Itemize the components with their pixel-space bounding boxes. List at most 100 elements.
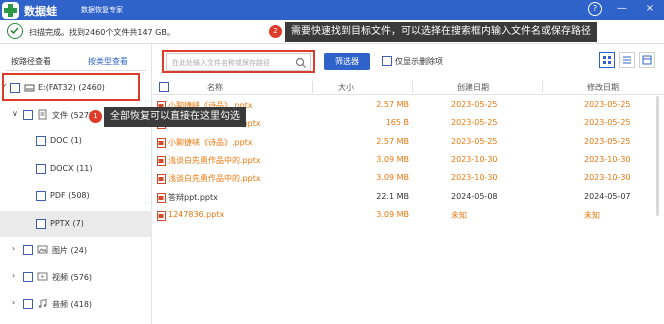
grid-view-icon[interactable]	[599, 52, 615, 68]
file-name: 小聊捷峡《诗品》.pptx	[168, 137, 253, 147]
tree-label: PPTX (7)	[50, 219, 84, 228]
select-all-checkbox[interactable]	[159, 82, 169, 92]
tab-view-by-type[interactable]: 按类型查看	[88, 56, 128, 67]
file-modified-date: 2023-10-30	[584, 173, 631, 183]
sidebar-tabs: 按路径查看 按类型查看	[0, 56, 152, 70]
table-row[interactable]: 小聊捷峡《诗品》.pptx 2.57 MB 2023-05-25 2023-05-25	[152, 133, 664, 152]
chevron-down-icon[interactable]: ∨	[12, 109, 18, 118]
file-created-date: 2023-10-30	[451, 154, 498, 164]
tree-item-pptx[interactable]: PPTX (7)	[0, 211, 152, 237]
file-size: 22.1 MB	[376, 191, 409, 201]
tab-view-by-path[interactable]: 按路径查看	[11, 56, 51, 67]
tree-item-doc[interactable]: DOC (1)	[0, 130, 152, 152]
tree-item-audio[interactable]: › 音频 (418)	[0, 293, 152, 315]
tree-label: DOC (1)	[50, 136, 82, 145]
column-divider	[542, 81, 543, 93]
filter-button[interactable]: 筛选器	[324, 53, 370, 70]
only-deleted-label: 仅显示删除项	[395, 57, 443, 66]
file-created-date: 2023-05-25	[451, 136, 498, 146]
pptx-file-icon	[157, 137, 166, 148]
documents-checkbox[interactable]	[23, 110, 33, 120]
pptx-file-icon	[157, 174, 166, 185]
callout-1-number: 1	[89, 110, 102, 123]
file-name: 浅谈白先勇作品中的.pptx	[168, 155, 261, 165]
file-modified-date: 2023-05-25	[584, 118, 631, 128]
file-modified-date: 2024-05-07	[584, 191, 631, 201]
main-panel: 在此处输入文件名称或保存路径 筛选器 仅显示删除项 名称 大小 创建日期 修改日…	[152, 44, 664, 324]
list-view-icon[interactable]	[619, 52, 635, 68]
pptx-file-icon	[157, 192, 166, 203]
table-row[interactable]: 浅谈白先勇作品中的.pptx 3.09 MB 2023-10-30 2023-10-3…	[152, 151, 664, 170]
close-button[interactable]: ×	[643, 2, 657, 16]
scrollbar[interactable]	[656, 96, 659, 216]
column-modified[interactable]: 修改日期	[587, 82, 619, 93]
pdf-checkbox[interactable]	[36, 191, 46, 201]
minimize-button[interactable]: —	[615, 2, 629, 16]
tree-item-pdf[interactable]: PDF (508)	[0, 185, 152, 207]
file-size: 2.57 MB	[376, 136, 409, 146]
file-size: 165 B	[385, 118, 409, 128]
column-divider	[312, 81, 313, 93]
file-created-date: 2024-05-08	[451, 191, 498, 201]
tree-label: DOCX (11)	[50, 164, 93, 173]
tree-label: 图片 (24)	[52, 246, 87, 255]
file-size: 3.09 MB	[376, 173, 409, 183]
pptx-file-icon	[157, 155, 166, 166]
title-bar: 数据蛙 数据恢复专家 ? — ×	[0, 0, 664, 20]
pptx-file-icon	[157, 210, 166, 221]
callout-1-text: 全部恢复可以直接在这里勾选	[104, 107, 246, 127]
file-name: 1247836.pptx	[168, 209, 225, 219]
file-created-date: 2023-05-25	[451, 100, 498, 109]
file-created-date: 2023-10-30	[451, 173, 498, 183]
docx-checkbox[interactable]	[36, 164, 46, 174]
tree-label: 视频 (576)	[52, 273, 93, 282]
column-created[interactable]: 创建日期	[457, 82, 489, 93]
tab-divider	[6, 70, 146, 71]
search-highlight-box	[162, 50, 315, 73]
table-row[interactable]: 答辩ppt.pptx 22.1 MB 2024-05-08 2024-05-07	[152, 188, 664, 207]
tree-label: 文件 (527)	[52, 111, 93, 120]
column-size[interactable]: 大小	[338, 82, 354, 93]
tree-item-docx[interactable]: DOCX (11)	[0, 158, 152, 180]
pptx-checkbox[interactable]	[36, 219, 46, 229]
app-name: 数据蛙	[24, 5, 57, 18]
music-icon	[37, 298, 48, 309]
pictures-checkbox[interactable]	[23, 245, 33, 255]
document-icon	[37, 109, 48, 120]
app-logo-icon	[2, 2, 19, 19]
doc-checkbox[interactable]	[36, 136, 46, 146]
tree-label: PDF (508)	[50, 191, 90, 200]
picture-icon	[37, 244, 48, 255]
table-row[interactable]: 1247836.pptx 3.09 MB 未知 未知	[152, 206, 664, 225]
file-modified-date: 2023-10-30	[584, 154, 631, 164]
drive-highlight-box	[2, 73, 140, 101]
file-modified-date: 2023-05-25	[584, 136, 631, 146]
tree-item-videos[interactable]: › 视频 (576)	[0, 266, 152, 288]
tree-label: 音频 (418)	[52, 300, 93, 309]
only-deleted-checkbox[interactable]	[382, 56, 392, 66]
file-size: 2.57 MB	[376, 100, 409, 109]
table-row[interactable]: 浅谈白先勇作品中的.pptx 3.09 MB 2023-10-30 2023-10-3…	[152, 169, 664, 188]
table-header: 名称 大小 创建日期 修改日期	[152, 79, 664, 95]
file-size: 3.09 MB	[376, 154, 409, 164]
chevron-right-icon[interactable]: ›	[12, 244, 15, 253]
column-name[interactable]: 名称	[207, 82, 223, 93]
check-circle-icon	[7, 23, 23, 39]
audio-checkbox[interactable]	[23, 299, 33, 309]
video-icon	[37, 271, 48, 282]
videos-checkbox[interactable]	[23, 272, 33, 282]
file-created-date: 2023-05-25	[451, 118, 498, 128]
file-modified-date: 2023-05-25	[584, 100, 631, 109]
detail-view-icon[interactable]	[639, 52, 655, 68]
callout-2-text: 需要快速找到目标文件，可以选择在搜索框内输入文件名或保存路径	[285, 22, 597, 42]
scan-status-text: 扫描完成。找到2460个文件共147 GB。	[29, 28, 175, 37]
app-subtitle: 数据恢复专家	[81, 6, 123, 14]
help-button[interactable]: ?	[588, 2, 602, 16]
chevron-right-icon[interactable]: ›	[12, 271, 15, 280]
file-name: 浅谈白先勇作品中的.pptx	[168, 174, 261, 184]
callout-2-number: 2	[269, 25, 282, 38]
chevron-right-icon[interactable]: ›	[12, 298, 15, 307]
column-divider	[412, 81, 413, 93]
tree-item-pictures[interactable]: › 图片 (24)	[0, 239, 152, 261]
file-created-date: 未知	[451, 210, 467, 220]
